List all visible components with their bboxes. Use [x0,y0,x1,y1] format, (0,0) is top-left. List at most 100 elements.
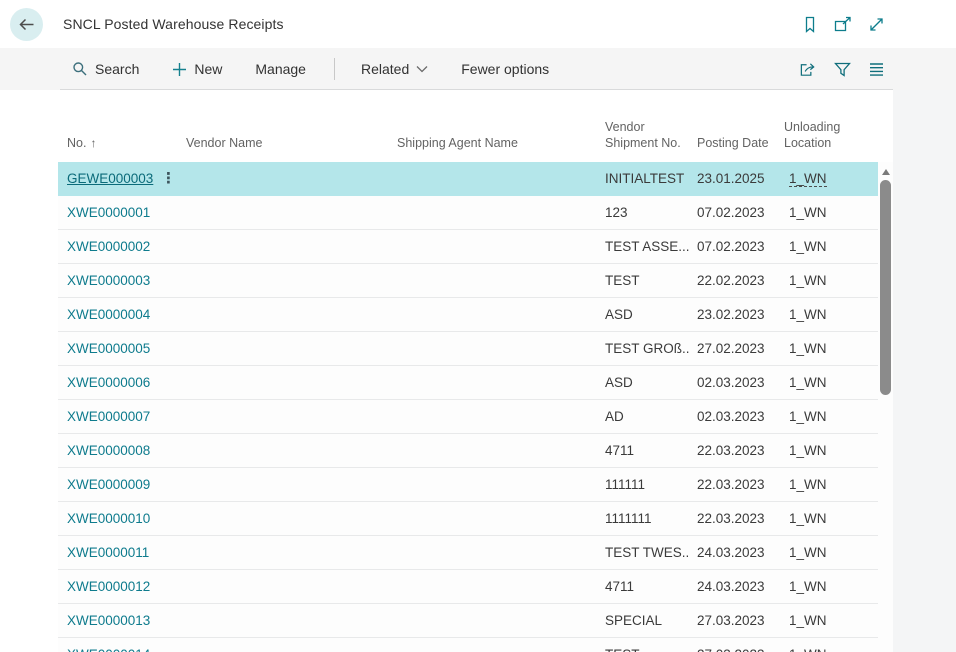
receipt-no-link[interactable]: XWE0000007 [67,409,150,424]
vertical-scrollbar[interactable] [878,162,893,652]
table-row[interactable]: XWE0000006 ASD 02.03.2023 1_WN [58,366,878,400]
receipt-no-link[interactable]: XWE0000006 [67,375,150,390]
receipt-no-cell[interactable]: XWE0000006 [58,375,155,390]
expand-icon[interactable] [867,15,885,33]
posting-date-cell[interactable]: 23.01.2025 [690,171,775,186]
choose-columns-icon[interactable] [867,60,885,78]
posting-date-cell[interactable]: 24.03.2023 [690,545,775,560]
unloading-location-cell[interactable]: 1_WN [775,375,878,390]
table-row[interactable]: XWE0000008 4711 22.03.2023 1_WN [58,434,878,468]
receipt-no-link[interactable]: XWE0000009 [67,477,150,492]
open-in-new-window-icon[interactable] [834,15,852,33]
receipt-no-cell[interactable]: XWE0000008 [58,443,155,458]
fewer-options-button[interactable]: Fewer options [459,57,551,81]
receipt-no-cell[interactable]: XWE0000005 [58,341,155,356]
vendor-shipment-no-cell[interactable]: 111111 [598,477,690,492]
posting-date-cell[interactable]: 07.02.2023 [690,205,775,220]
posting-date-cell[interactable]: 22.03.2023 [690,511,775,526]
column-header-unloading-location[interactable]: Unloading Location [775,119,878,162]
unloading-location-cell[interactable]: 1_WN [775,647,878,652]
unloading-location-cell[interactable]: 1_WN [775,239,878,254]
row-menu-cell[interactable] [155,171,180,186]
vendor-shipment-no-cell[interactable]: TEST TWES... [598,545,690,560]
posting-date-cell[interactable]: 27.03.2023 [690,647,775,652]
table-row[interactable]: XWE0000007 AD 02.03.2023 1_WN [58,400,878,434]
receipt-no-link[interactable]: GEWE000003 [67,171,153,186]
share-icon[interactable] [799,60,817,78]
unloading-location-cell[interactable]: 1_WN [775,205,878,220]
vendor-shipment-no-cell[interactable]: TEST... [598,647,690,652]
unloading-location-cell[interactable]: 1_WN [775,545,878,560]
unloading-location-cell[interactable]: 1_WN [775,443,878,458]
receipt-no-link[interactable]: XWE0000013 [67,613,150,628]
vendor-shipment-no-cell[interactable]: 1111111 [598,511,690,526]
receipt-no-link[interactable]: XWE0000014 [67,647,150,652]
receipt-no-link[interactable]: XWE0000001 [67,205,150,220]
posting-date-cell[interactable]: 07.02.2023 [690,239,775,254]
table-row[interactable]: XWE0000004 ASD 23.02.2023 1_WN [58,298,878,332]
related-menu-button[interactable]: Related [359,57,430,81]
unloading-location-cell[interactable]: 1_WN [775,511,878,526]
table-row[interactable]: GEWE000003 INITIALTEST 23.01.2025 1_WN [58,162,878,196]
column-header-posting-date[interactable]: Posting Date [690,135,775,162]
receipt-no-cell[interactable]: XWE0000013 [58,613,155,628]
new-button[interactable]: New [170,57,224,81]
receipt-no-cell[interactable]: XWE0000010 [58,511,155,526]
table-row[interactable]: XWE0000010 1111111 22.03.2023 1_WN [58,502,878,536]
receipt-no-link[interactable]: XWE0000004 [67,307,150,322]
posting-date-cell[interactable]: 22.03.2023 [690,477,775,492]
receipt-no-link[interactable]: XWE0000008 [67,443,150,458]
filter-icon[interactable] [833,60,851,78]
receipt-no-link[interactable]: XWE0000011 [67,545,149,560]
table-row[interactable]: XWE0000011 TEST TWES... 24.03.2023 1_WN [58,536,878,570]
unloading-location-cell[interactable]: 1_WN [775,171,878,187]
table-row[interactable]: XWE0000013 SPECIAL 27.03.2023 1_WN [58,604,878,638]
receipt-no-cell[interactable]: XWE0000011 [58,545,155,560]
vendor-shipment-no-cell[interactable]: TEST GROß... [598,341,690,356]
back-button[interactable] [10,8,43,41]
table-row[interactable]: XWE0000009 111111 22.03.2023 1_WN [58,468,878,502]
unloading-location-cell[interactable]: 1_WN [775,273,878,288]
unloading-location-cell[interactable]: 1_WN [775,341,878,356]
unloading-location-cell[interactable]: 1_WN [775,307,878,322]
scrollbar-thumb[interactable] [880,180,891,395]
row-context-menu-icon[interactable] [155,171,176,186]
receipt-no-cell[interactable]: GEWE000003 [58,171,155,186]
column-header-shipping-agent-name[interactable]: Shipping Agent Name [390,135,598,162]
bookmark-icon[interactable] [801,15,819,33]
vendor-shipment-no-cell[interactable]: 123 [598,205,690,220]
column-header-no[interactable]: No.↑ [58,135,155,162]
unloading-location-cell[interactable]: 1_WN [775,409,878,424]
receipt-no-cell[interactable]: XWE0000012 [58,579,155,594]
vendor-shipment-no-cell[interactable]: TEST [598,273,690,288]
posting-date-cell[interactable]: 27.02.2023 [690,341,775,356]
vendor-shipment-no-cell[interactable]: ASD [598,307,690,322]
posting-date-cell[interactable]: 02.03.2023 [690,409,775,424]
vendor-shipment-no-cell[interactable]: SPECIAL [598,613,690,628]
table-row[interactable]: XWE0000003 TEST 22.02.2023 1_WN [58,264,878,298]
posting-date-cell[interactable]: 22.03.2023 [690,443,775,458]
column-header-vendor-name[interactable]: Vendor Name [180,135,390,162]
vendor-shipment-no-cell[interactable]: AD [598,409,690,424]
receipt-no-link[interactable]: XWE0000012 [67,579,150,594]
table-row[interactable]: XWE0000014 TEST... 27.03.2023 1_WN [58,638,878,652]
posting-date-cell[interactable]: 23.02.2023 [690,307,775,322]
receipt-no-link[interactable]: XWE0000003 [67,273,150,288]
receipt-no-cell[interactable]: XWE0000001 [58,205,155,220]
unloading-location-cell[interactable]: 1_WN [775,579,878,594]
posting-date-cell[interactable]: 02.03.2023 [690,375,775,390]
table-row[interactable]: XWE0000005 TEST GROß... 27.02.2023 1_WN [58,332,878,366]
search-button[interactable]: Search [70,57,141,81]
table-row[interactable]: XWE0000012 4711 24.03.2023 1_WN [58,570,878,604]
receipt-no-cell[interactable]: XWE0000004 [58,307,155,322]
unloading-location-cell[interactable]: 1_WN [775,477,878,492]
vendor-shipment-no-cell[interactable]: 4711 [598,443,690,458]
posting-date-cell[interactable]: 24.03.2023 [690,579,775,594]
vendor-shipment-no-cell[interactable]: TEST ASSE... [598,239,690,254]
receipt-no-cell[interactable]: XWE0000014 [58,647,155,652]
column-header-vendor-shipment-no[interactable]: Vendor Shipment No. [598,119,690,162]
vendor-shipment-no-cell[interactable]: 4711 [598,579,690,594]
receipt-no-link[interactable]: XWE0000002 [67,239,150,254]
receipt-no-link[interactable]: XWE0000010 [67,511,150,526]
vendor-shipment-no-cell[interactable]: ASD [598,375,690,390]
